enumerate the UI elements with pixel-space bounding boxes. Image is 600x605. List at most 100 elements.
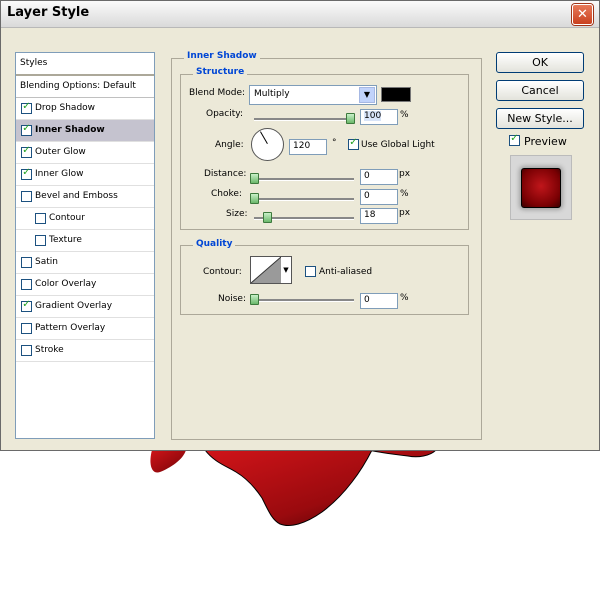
- choke-unit: %: [400, 189, 409, 199]
- checkmark-icon: ✓: [22, 145, 31, 156]
- style-item-label: Satin: [35, 257, 58, 267]
- size-unit: px: [399, 208, 411, 218]
- angle-dial[interactable]: [251, 128, 284, 161]
- opacity-slider[interactable]: [254, 118, 354, 121]
- layer-style-dialog: Layer Style ✕ Styles Blending Options: D…: [0, 0, 600, 451]
- distance-slider-thumb[interactable]: [250, 173, 259, 184]
- contour-picker[interactable]: [250, 256, 282, 284]
- checkmark-icon: ✓: [22, 167, 31, 178]
- style-checkbox[interactable]: [35, 235, 46, 246]
- new-style-button[interactable]: New Style...: [496, 108, 584, 129]
- opacity-slider-thumb[interactable]: [346, 113, 355, 124]
- noise-unit: %: [400, 293, 409, 303]
- anti-aliased-label: Anti-aliased: [319, 267, 373, 277]
- opacity-input[interactable]: 100: [360, 109, 398, 125]
- blend-mode-select[interactable]: Multiply ▼: [249, 85, 377, 105]
- style-item-label: Gradient Overlay: [35, 301, 113, 311]
- shadow-color-swatch[interactable]: [381, 87, 411, 102]
- red-object-shape: [150, 449, 438, 526]
- angle-value: 120: [293, 141, 311, 151]
- preview-swatch: [521, 168, 561, 208]
- noise-slider[interactable]: [254, 299, 354, 302]
- checkmark-icon: ✓: [22, 299, 31, 310]
- style-item-label: Inner Glow: [35, 169, 84, 179]
- opacity-value: 100: [364, 111, 382, 121]
- styles-header[interactable]: Styles: [16, 53, 154, 76]
- checkmark-icon: ✓: [349, 137, 358, 148]
- style-item-outer-glow[interactable]: ✓ Outer Glow: [16, 142, 154, 164]
- size-value: 18: [364, 210, 376, 220]
- style-item-drop-shadow[interactable]: ✓ Drop Shadow: [16, 98, 154, 120]
- contour-dropdown-arrow[interactable]: ▼: [281, 256, 292, 284]
- structure-title: Structure: [193, 67, 248, 77]
- choke-label: Choke:: [211, 189, 242, 199]
- style-item-stroke[interactable]: Stroke: [16, 340, 154, 362]
- style-checkbox[interactable]: ✓: [21, 167, 32, 180]
- document-canvas: [0, 449, 600, 602]
- anti-aliased-checkbox[interactable]: [305, 266, 316, 277]
- noise-value: 0: [364, 295, 370, 305]
- preview-label: Preview: [524, 135, 567, 148]
- use-global-light-label: Use Global Light: [361, 140, 435, 150]
- style-checkbox[interactable]: [21, 191, 32, 202]
- blend-mode-label: Blend Mode:: [189, 88, 246, 98]
- cancel-button[interactable]: Cancel: [496, 80, 584, 101]
- style-checkbox[interactable]: [35, 213, 46, 224]
- noise-label: Noise:: [218, 294, 246, 304]
- style-checkbox[interactable]: ✓: [21, 145, 32, 158]
- style-checkbox[interactable]: [21, 257, 32, 268]
- style-checkbox[interactable]: ✓: [21, 299, 32, 312]
- style-item-bevel-and-emboss[interactable]: Bevel and Emboss: [16, 186, 154, 208]
- quality-title: Quality: [193, 239, 236, 249]
- noise-input[interactable]: 0: [360, 293, 398, 309]
- preview-thumbnail: [510, 155, 572, 220]
- checkmark-icon: ✓: [22, 123, 31, 134]
- chevron-down-icon[interactable]: ▼: [359, 87, 375, 103]
- style-checkbox[interactable]: [21, 345, 32, 356]
- close-button[interactable]: ✕: [572, 4, 593, 25]
- choke-slider[interactable]: [254, 198, 354, 201]
- style-item-gradient-overlay[interactable]: ✓ Gradient Overlay: [16, 296, 154, 318]
- title-bar[interactable]: Layer Style ✕: [1, 1, 599, 28]
- style-item-label: Contour: [49, 213, 85, 223]
- size-slider-thumb[interactable]: [263, 212, 272, 223]
- contour-label: Contour:: [203, 267, 242, 277]
- choke-input[interactable]: 0: [360, 189, 398, 205]
- style-checkbox[interactable]: [21, 323, 32, 334]
- use-global-light-checkbox[interactable]: ✓: [348, 137, 359, 150]
- angle-input[interactable]: 120: [289, 139, 327, 155]
- style-checkbox[interactable]: ✓: [21, 101, 32, 114]
- choke-value: 0: [364, 191, 370, 201]
- ok-button[interactable]: OK: [496, 52, 584, 73]
- checkmark-icon: ✓: [22, 101, 31, 112]
- style-checkbox[interactable]: [21, 279, 32, 290]
- style-item-contour[interactable]: Contour: [16, 208, 154, 230]
- preview-checkbox[interactable]: ✓: [509, 133, 520, 146]
- blending-options-item[interactable]: Blending Options: Default: [16, 76, 154, 98]
- style-item-satin[interactable]: Satin: [16, 252, 154, 274]
- style-checkbox[interactable]: ✓: [21, 123, 32, 136]
- style-item-pattern-overlay[interactable]: Pattern Overlay: [16, 318, 154, 340]
- noise-slider-thumb[interactable]: [250, 294, 259, 305]
- checkmark-icon: ✓: [510, 133, 519, 144]
- choke-slider-thumb[interactable]: [250, 193, 259, 204]
- style-item-color-overlay[interactable]: Color Overlay: [16, 274, 154, 296]
- angle-label: Angle:: [215, 140, 244, 150]
- opacity-label: Opacity:: [206, 109, 243, 119]
- size-input[interactable]: 18: [360, 208, 398, 224]
- style-item-label: Stroke: [35, 345, 64, 355]
- distance-input[interactable]: 0: [360, 169, 398, 185]
- style-item-label: Bevel and Emboss: [35, 191, 118, 201]
- distance-value: 0: [364, 171, 370, 181]
- style-item-inner-shadow[interactable]: ✓ Inner Shadow: [16, 120, 154, 142]
- style-item-label: Pattern Overlay: [35, 323, 106, 333]
- style-item-texture[interactable]: Texture: [16, 230, 154, 252]
- style-item-inner-glow[interactable]: ✓ Inner Glow: [16, 164, 154, 186]
- styles-list: Styles Blending Options: Default ✓ Drop S…: [15, 52, 155, 439]
- window-title: Layer Style: [7, 5, 90, 20]
- opacity-unit: %: [400, 110, 409, 120]
- distance-slider[interactable]: [254, 178, 354, 181]
- blend-mode-value: Multiply: [254, 89, 290, 99]
- contour-curve-icon: [251, 257, 281, 283]
- size-label: Size:: [226, 209, 248, 219]
